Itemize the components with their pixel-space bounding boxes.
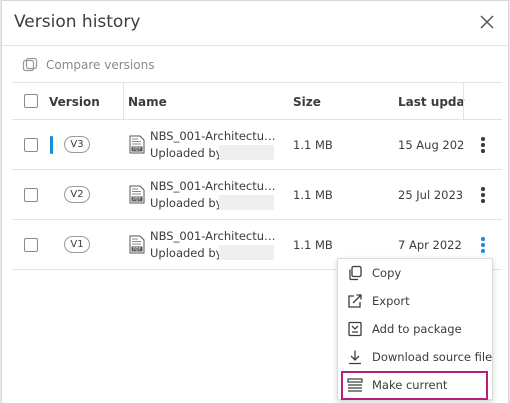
svg-text:PDF: PDF [133,197,141,202]
table-row[interactable]: V3 PDF NBS_001-Architecturu... Uploaded … [12,120,502,170]
file-size: 1.1 MB [293,188,333,202]
version-history-dialog: Version history Compare versions Version… [1,0,509,403]
menu-item-label: Copy [372,266,402,280]
pdf-file-icon: PDF [129,185,145,204]
menu-item-label: Add to package [372,322,462,336]
more-options-button[interactable] [476,134,490,156]
context-menu: Copy Export Add to package Download sour… [337,258,493,400]
menu-item-label: Export [372,294,410,308]
column-divider[interactable] [463,83,464,119]
redacted-uploader [219,195,274,210]
file-name-link[interactable]: NBS_001-Architecturu... [150,129,278,143]
package-icon [348,321,362,337]
compare-versions-label: Compare versions [46,58,155,72]
pdf-file-icon: PDF [129,235,145,254]
column-divider[interactable] [123,83,124,119]
last-updated-date: 15 Aug 2024 [398,138,464,152]
menu-item-copy[interactable]: Copy [338,259,492,287]
more-options-button[interactable] [476,184,490,206]
menu-item-download-source-file[interactable]: Download source file [338,343,492,371]
redacted-uploader [219,145,274,160]
table-row[interactable]: V2 PDF NBS_001-Architecturu... Uploaded … [12,170,502,220]
row-checkbox[interactable] [24,238,38,252]
uploaded-by-label: Uploaded by [150,246,223,260]
row-checkbox[interactable] [24,188,38,202]
menu-item-label: Download source file [372,350,493,364]
column-header-size[interactable]: Size [293,95,321,109]
version-badge: V3 [64,136,90,153]
column-header-name[interactable]: Name [128,95,167,109]
download-icon [349,350,361,365]
file-name-link[interactable]: NBS_001-Architecturu... [150,179,278,193]
more-options-button-active[interactable] [476,234,490,256]
file-size: 1.1 MB [293,238,333,252]
redacted-uploader [219,245,274,260]
make-current-highlight [341,371,488,400]
versions-table: Version Name Size Last updated V3 PDF NB… [12,82,502,270]
export-icon [348,294,362,308]
table-header: Version Name Size Last updated [12,82,502,120]
menu-item-export[interactable]: Export [338,287,492,315]
last-updated-date: 7 Apr 2022 15 [398,238,464,252]
uploaded-by-label: Uploaded by [150,146,223,160]
version-badge: V1 [64,236,90,253]
uploaded-by-label: Uploaded by [150,196,223,210]
close-button[interactable] [478,13,496,31]
file-size: 1.1 MB [293,138,333,152]
current-version-indicator [50,136,53,154]
column-header-version[interactable]: Version [49,95,100,109]
dialog-title: Version history [14,12,141,32]
file-name-link[interactable]: NBS_001-Architecturu... [150,229,278,243]
column-header-last-updated[interactable]: Last updated [398,95,465,109]
menu-item-add-to-package[interactable]: Add to package [338,315,492,343]
close-icon [480,15,494,29]
row-checkbox[interactable] [24,138,38,152]
copy-icon [349,265,362,281]
version-badge: V2 [64,186,90,203]
dialog-header: Version history [2,1,508,46]
compare-icon [22,57,38,72]
last-updated-date: 25 Jul 2023 1 [398,188,464,202]
pdf-file-icon: PDF [129,135,145,154]
compare-versions-button[interactable]: Compare versions [22,55,154,75]
svg-text:PDF: PDF [133,147,141,152]
select-all-checkbox[interactable] [24,94,38,108]
toolbar: Compare versions [2,47,508,83]
svg-text:PDF: PDF [133,247,141,252]
